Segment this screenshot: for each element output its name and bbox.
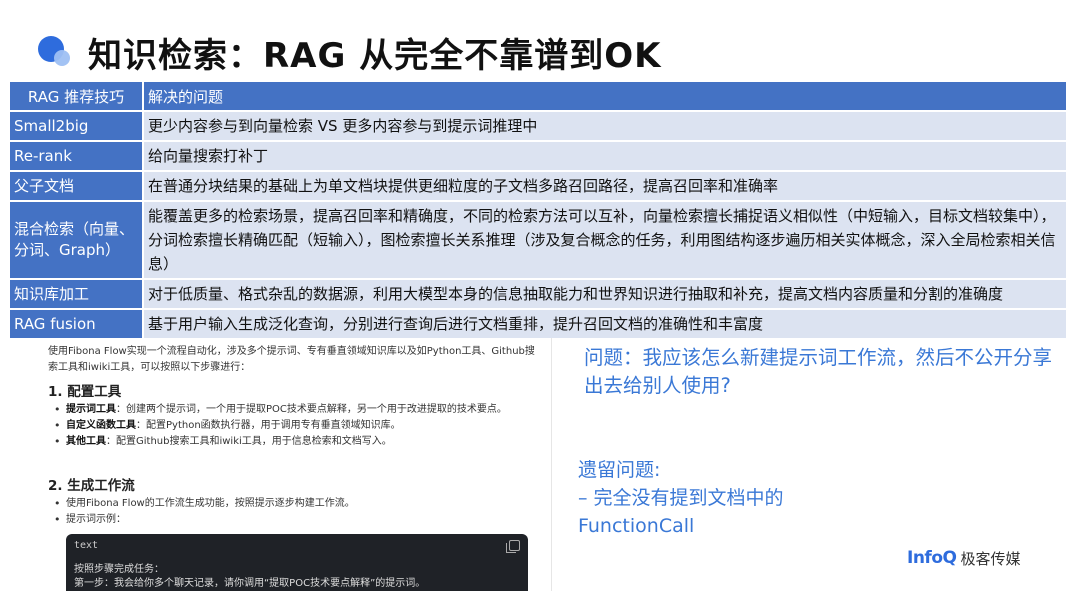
logo-cn: 极客传媒 [960,549,1021,568]
code-language-label: text [74,540,99,551]
code-line: 按照步骤完成任务： [74,564,164,575]
row-value: 基于用户输入生成泛化查询，分别进行查询后进行文档重排，提升召回文档的准确性和丰富… [142,308,1068,340]
list-item: 提示词工具：创建两个提示词，一个用于提取POC技术要点解释，另一个用于改进提取的… [48,402,528,418]
section-heading: 2. 生成工作流 [48,478,135,494]
row-value: 对于低质量、格式杂乱的数据源，利用大模型本身的信息抽取能力和世界知识进行抽取和补… [142,278,1068,310]
row-value: 给向量搜索打补丁 [142,140,1068,172]
leftover-issues: 遗留问题: – 完全没有提到文档中的 FunctionCall [578,456,1058,540]
title-row: 知识检索：RAG 从完全不靠谱到OK [38,24,662,80]
code-line: 第一步：我会给你多个聊天记录，请你调用“提取POC技术要点解释”的提示词。 [74,578,426,589]
table-row: 知识库加工 对于低质量、格式杂乱的数据源，利用大模型本身的信息抽取能力和世界知识… [8,278,1068,310]
answer-intro: 使用Fibona Flow实现一个流程自动化，涉及多个提示词、专有垂直领域知识库… [48,346,535,373]
table-header-row: RAG 推荐技巧 解决的问题 [8,80,1068,112]
logo-brand: InfoQ [907,548,957,568]
row-key: 父子文档 [8,170,144,202]
workflow-list: 使用Fibona Flow的工作流生成功能，按照提示逐步构建工作流。 提示词示例… [48,496,528,528]
code-block: text 按照步骤完成任务： 第一步：我会给你多个聊天记录，请你调用“提取POC… [66,534,528,591]
rag-tips-table: RAG 推荐技巧 解决的问题 Small2big 更少内容参与到向量检索 VS … [8,80,1068,340]
list-item: 自定义函数工具：配置Python函数执行器，用于调用专有垂直领域知识库。 [48,418,528,434]
row-key: 混合检索（向量、分词、Graph） [8,200,144,280]
header-problem: 解决的问题 [142,80,1068,112]
table-row: RAG fusion 基于用户输入生成泛化查询，分别进行查询后进行文档重排，提升… [8,308,1068,340]
header-technique: RAG 推荐技巧 [8,80,144,112]
list-item: 提示词示例： [48,512,528,528]
page-title: 知识检索：RAG 从完全不靠谱到OK [88,35,662,76]
table-row: Re-rank 给向量搜索打补丁 [8,140,1068,172]
infoq-logo: InfoQ 极客传媒 [907,546,1020,570]
leftover-title: 遗留问题: [578,459,661,481]
leftover-line: FunctionCall [578,515,695,537]
section-heading: 1. 配置工具 [48,384,122,400]
row-key: Small2big [8,110,144,142]
config-tools-list: 提示词工具：创建两个提示词，一个用于提取POC技术要点解释，另一个用于改进提取的… [48,402,528,450]
row-key: 知识库加工 [8,278,144,310]
title-bullet-icon [38,34,74,70]
list-item: 使用Fibona Flow的工作流生成功能，按照提示逐步构建工作流。 [48,496,528,512]
row-key: Re-rank [8,140,144,172]
table-row: 父子文档 在普通分块结果的基础上为单文档块提供更细粒度的子文档多路召回路径，提高… [8,170,1068,202]
question-text: 问题：我应该怎么新建提示词工作流，然后不公开分享出去给别人使用? [584,346,1053,397]
row-key: RAG fusion [8,308,144,340]
row-value: 更少内容参与到向量检索 VS 更多内容参与到提示词推理中 [142,110,1068,142]
list-item: 其他工具：配置Github搜索工具和iwiki工具，用于信息检索和文档写入。 [48,434,528,450]
row-value: 能覆盖更多的检索场景，提高召回率和精确度，不同的检索方法可以互补，向量检索擅长捕… [142,200,1068,280]
table-row: 混合检索（向量、分词、Graph） 能覆盖更多的检索场景，提高召回率和精确度，不… [8,200,1068,280]
copy-icon[interactable] [506,540,520,553]
chat-answer-screenshot: 使用Fibona Flow实现一个流程自动化，涉及多个提示词、专有垂直领域知识库… [40,338,550,591]
row-value: 在普通分块结果的基础上为单文档块提供更细粒度的子文档多路召回路径，提高召回率和准… [142,170,1068,202]
table-row: Small2big 更少内容参与到向量检索 VS 更多内容参与到提示词推理中 [8,110,1068,142]
divider [551,338,552,591]
leftover-line: – 完全没有提到文档中的 [578,487,784,509]
